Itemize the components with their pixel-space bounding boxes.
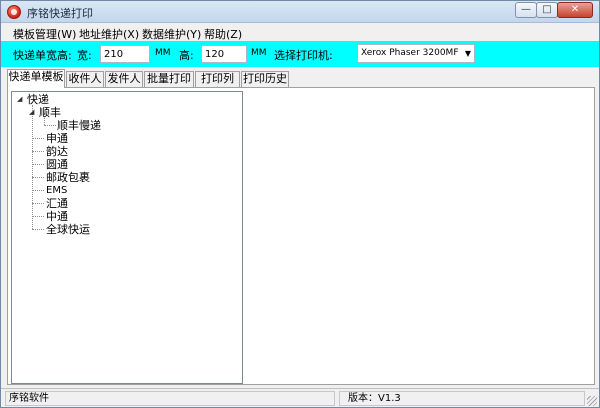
menu-bar: 模板管理(W) 地址维护(X) 数据维护(Y) 帮助(Z) [1,24,599,41]
tree-connector [32,164,44,165]
tree-item-shunfeng-slow[interactable]: 顺丰慢递 [57,119,101,132]
tree-connector [32,229,44,230]
tree-item-yunda[interactable]: 韵达 [46,145,68,158]
size-label: 快递单宽高: [13,49,72,62]
menu-data-maintenance[interactable]: 数据维护(Y) [142,26,201,42]
menu-address-maintenance[interactable]: 地址维护(X) [79,26,139,42]
tab-print-list[interactable]: 打印列表 [195,71,240,99]
height-input[interactable] [201,45,247,63]
tree-connector [32,105,33,229]
printer-select[interactable]: Xerox Phaser 3200MFP PCL 6 ▼ [357,44,475,63]
expand-toggle-icon[interactable]: ◢ [17,95,22,103]
height-unit: MM [251,48,267,58]
status-version: 版本：V1.3 [339,391,585,406]
tree-root[interactable]: 快递 [27,93,49,106]
width-unit: MM [155,48,171,58]
size-toolbar: 快递单宽高: 宽: MM 高: MM 选择打印机: Xerox Phaser 3… [1,41,599,67]
tree-item-postal-parcel[interactable]: 邮政包裹 [46,171,90,184]
tab-panel: ◢ 快递 ◢ 顺丰 顺丰慢递 申通 韵达 圆通 邮政包裹 EMS 汇通 中通 全… [7,87,595,385]
chevron-down-icon[interactable]: ▼ [465,45,471,62]
resize-grip-icon[interactable] [587,396,597,406]
width-label: 宽: [77,49,92,62]
app-window: 序铭快递打印 — □ ✕ 模板管理(W) 地址维护(X) 数据维护(Y) 帮助(… [0,0,600,408]
tab-recipient[interactable]: 收件人 [66,71,104,87]
tree-connector [32,151,44,152]
printer-select-value: Xerox Phaser 3200MFP PCL 6 [361,48,459,58]
tree-connector [32,216,44,217]
tree-connector [32,177,44,178]
tab-print-history[interactable]: 打印历史 [241,71,289,87]
window-title: 序铭快递打印 [27,7,93,20]
tree-connector [32,138,44,139]
tree-connector [44,125,56,126]
tree-item-zhongtong[interactable]: 中通 [46,210,68,223]
width-input[interactable] [100,45,150,63]
tree-item-yuantong[interactable]: 圆通 [46,158,68,171]
printer-label: 选择打印机: [274,49,333,62]
tree-connector [32,190,44,191]
tree-connector [32,203,44,204]
title-bar[interactable]: 序铭快递打印 — □ ✕ [1,1,599,23]
app-logo-icon [7,5,21,19]
minimize-button[interactable]: — [515,2,537,18]
template-tree[interactable]: ◢ 快递 ◢ 顺丰 顺丰慢递 申通 韵达 圆通 邮政包裹 EMS 汇通 中通 全… [11,91,243,384]
maximize-button[interactable]: □ [536,2,558,18]
tree-item-ems[interactable]: EMS [46,184,67,197]
tab-express-template[interactable]: 快递单模板 [7,69,65,88]
menu-template-management[interactable]: 模板管理(W) [13,26,76,42]
height-label: 高: [179,49,194,62]
expand-toggle-icon[interactable]: ◢ [29,108,34,116]
status-company: 序铭软件 [5,391,335,406]
status-bar: 序铭软件 版本：V1.3 [1,388,599,407]
tab-batch-print[interactable]: 批量打印 [144,71,194,87]
tree-item-shentong[interactable]: 申通 [46,132,68,145]
tree-item-global-express[interactable]: 全球快运 [46,223,90,236]
menu-help[interactable]: 帮助(Z) [204,26,242,42]
tab-sender[interactable]: 发件人 [105,71,143,87]
tree-item-huitong[interactable]: 汇通 [46,197,68,210]
close-button[interactable]: ✕ [557,2,593,18]
tree-item-shunfeng[interactable]: 顺丰 [39,106,61,119]
